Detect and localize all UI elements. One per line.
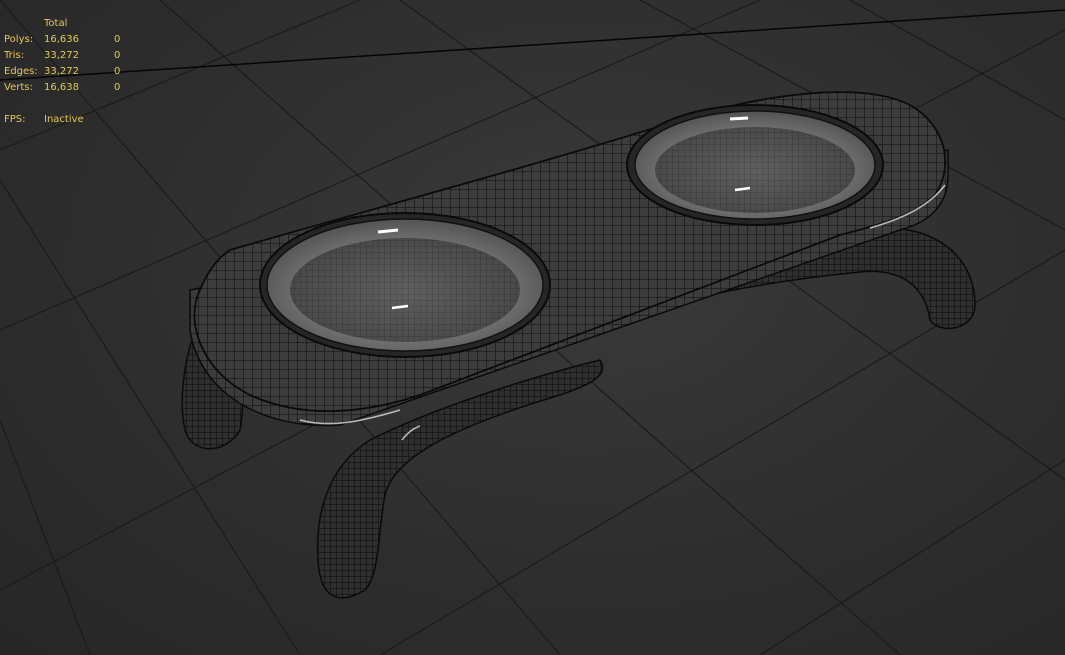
stat-label: Verts: [4, 82, 33, 93]
stat-total: 16,636 [44, 34, 79, 45]
stat-label: Tris: [4, 50, 25, 61]
stats-row-polys: Polys: 16,636 0 [4, 32, 134, 48]
stat-selected: 0 [114, 66, 121, 77]
stat-total: 33,272 [44, 66, 79, 77]
stats-row-verts: Verts: 16,638 0 [4, 80, 134, 96]
fps-label: FPS: [4, 114, 26, 125]
stats-total-header: Total [44, 18, 68, 29]
stat-label: Edges: [4, 66, 38, 77]
stat-selected: 0 [114, 50, 121, 61]
bowl-left [259, 212, 551, 358]
stat-selected: 0 [114, 82, 121, 93]
stats-row-fps: FPS: Inactive [4, 112, 134, 128]
stat-selected: 0 [114, 34, 121, 45]
bowl-right [626, 104, 884, 226]
stat-total: 33,272 [44, 50, 79, 61]
3d-scene[interactable] [0, 0, 1065, 655]
stats-row-edges: Edges: 33,272 0 [4, 64, 134, 80]
perspective-viewport[interactable]: Total Polys: 16,636 0 Tris: 33,272 0 Edg… [0, 0, 1065, 655]
viewport-statistics: Total Polys: 16,636 0 Tris: 33,272 0 Edg… [4, 16, 134, 128]
stat-label: Polys: [4, 34, 34, 45]
stat-total: 16,638 [44, 82, 79, 93]
fps-value: Inactive [44, 114, 84, 125]
stats-row-tris: Tris: 33,272 0 [4, 48, 134, 64]
